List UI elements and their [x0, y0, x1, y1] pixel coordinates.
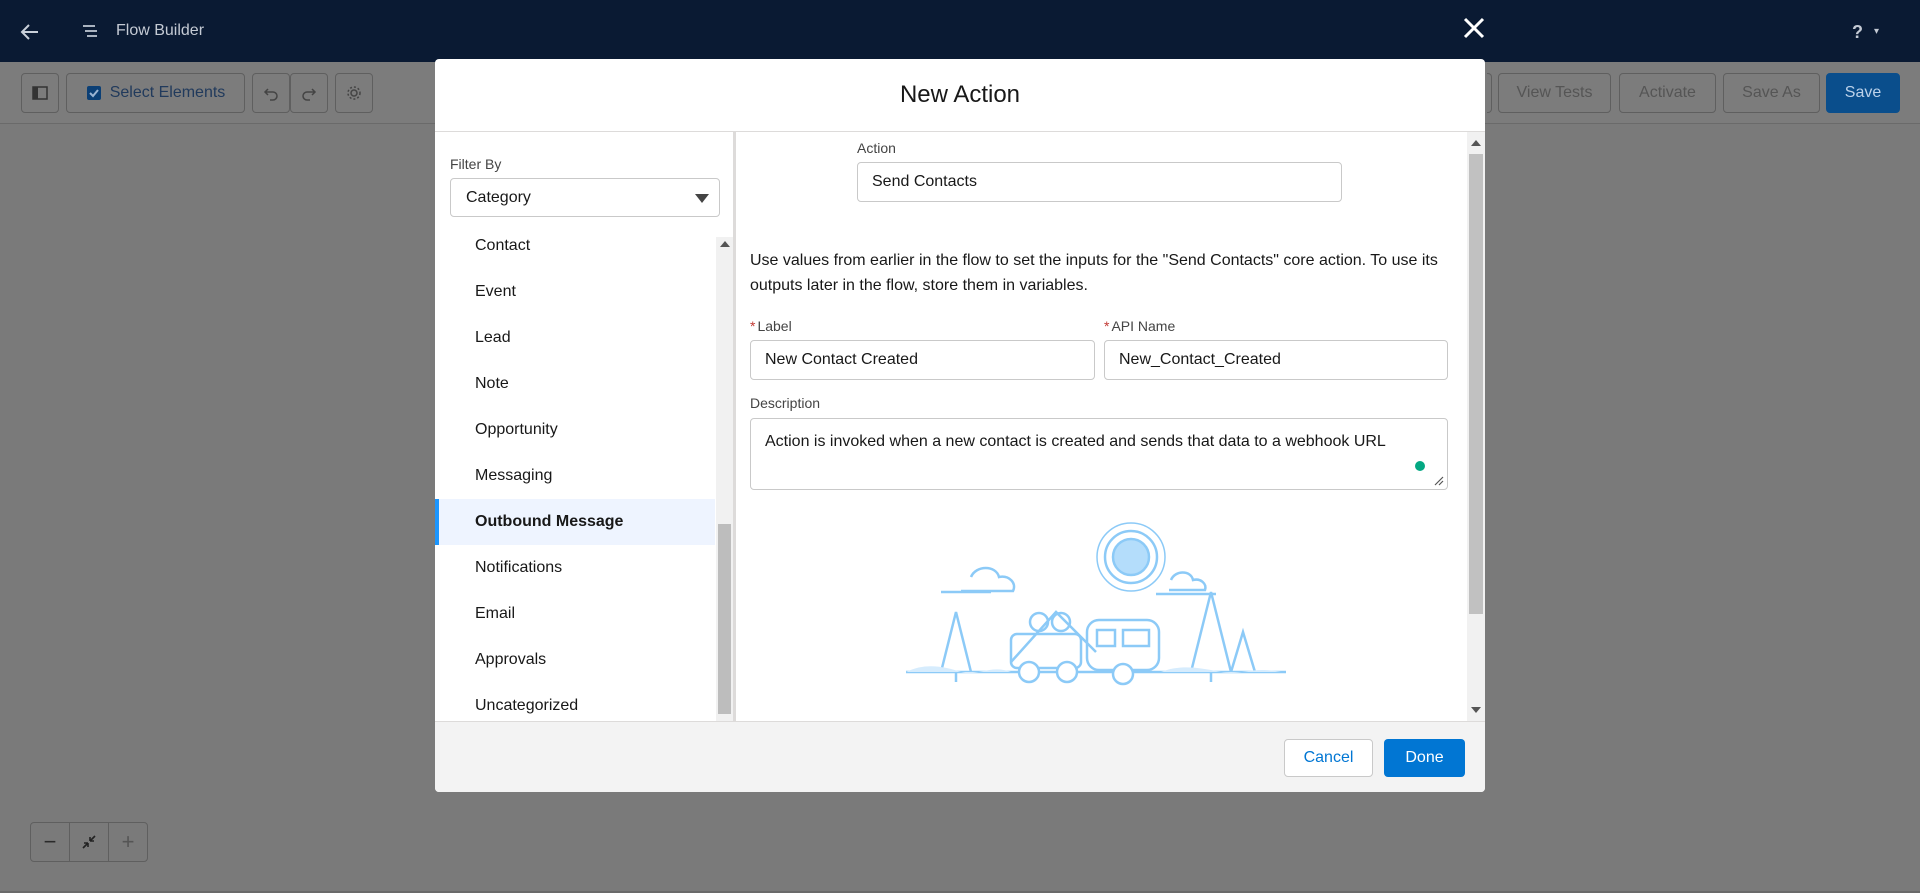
required-marker: *: [750, 318, 756, 334]
zoom-controls: − +: [30, 822, 148, 862]
category-label: Note: [475, 375, 509, 392]
required-marker: *: [1104, 318, 1110, 334]
category-item[interactable]: Email: [435, 591, 715, 637]
scroll-up-icon[interactable]: [1471, 140, 1481, 146]
view-tests-button[interactable]: View Tests: [1498, 73, 1611, 113]
category-item[interactable]: Contact: [435, 237, 715, 269]
scrollbar-thumb[interactable]: [1469, 154, 1483, 614]
resize-grip-icon[interactable]: [1434, 476, 1444, 486]
category-label: Contact: [475, 237, 531, 254]
label-field-label: * Label: [750, 318, 792, 334]
activate-button[interactable]: Activate: [1619, 73, 1716, 113]
category-label: Notifications: [475, 559, 563, 576]
category-label: Opportunity: [475, 421, 558, 438]
view-tests-label: View Tests: [1516, 84, 1593, 101]
action-info-text: Use values from earlier in the flow to s…: [750, 252, 1438, 294]
minus-icon: −: [43, 829, 57, 854]
scrollbar-thumb[interactable]: [718, 524, 731, 714]
done-button[interactable]: Done: [1384, 739, 1465, 777]
api-name-input-value: New_Contact_Created: [1119, 351, 1281, 368]
back-arrow-icon[interactable]: [18, 20, 42, 44]
action-label: Action: [857, 140, 896, 156]
description-label: Description: [750, 395, 821, 411]
undo-icon: [263, 88, 278, 101]
category-label: Lead: [475, 329, 511, 346]
category-label: Uncategorized: [475, 697, 579, 714]
save-as-button[interactable]: Save As: [1723, 73, 1820, 113]
category-item[interactable]: Approvals: [435, 637, 715, 683]
category-label: Messaging: [475, 467, 553, 484]
toggle-panel-button[interactable]: [21, 73, 59, 113]
help-icon[interactable]: ?: [1852, 22, 1863, 43]
activate-label: Activate: [1639, 84, 1696, 101]
category-item[interactable]: Uncategorized: [435, 683, 715, 721]
save-label: Save: [1844, 84, 1882, 101]
checkbox-icon: [86, 86, 101, 100]
app-header: Flow Builder ? ▾: [0, 0, 1920, 62]
scroll-up-icon[interactable]: [720, 241, 730, 247]
category-label: Email: [475, 605, 516, 622]
category-item[interactable]: Note: [435, 361, 715, 407]
modal-header: New Action: [435, 59, 1485, 132]
category-item[interactable]: Event: [435, 269, 715, 315]
label-input[interactable]: New Contact Created: [750, 340, 1095, 380]
scroll-down-icon[interactable]: [1471, 707, 1481, 713]
cancel-button[interactable]: Cancel: [1284, 739, 1373, 777]
select-elements-button[interactable]: Select Elements: [66, 73, 245, 113]
api-name-field-label: * API Name: [1104, 318, 1175, 334]
settings-button[interactable]: [335, 73, 373, 113]
chevron-down-icon[interactable]: ▾: [1874, 26, 1879, 37]
panel-icon: [32, 86, 48, 100]
action-input[interactable]: Send Contacts: [857, 162, 1342, 202]
save-as-label: Save As: [1742, 84, 1801, 101]
modal-footer: Cancel Done: [435, 721, 1485, 792]
category-list: Contact Event Lead Note Opportunity Mess…: [435, 237, 715, 721]
category-label: Outbound Message: [475, 513, 624, 530]
status-dot-icon: [1415, 461, 1425, 471]
api-name-field-text: API Name: [1111, 318, 1176, 334]
filter-by-label: Filter By: [450, 156, 502, 172]
gear-icon: [347, 86, 361, 100]
toolbar-button-edge: [1487, 73, 1492, 113]
new-action-modal: New Action Filter By Category Contact Ev…: [435, 59, 1485, 792]
save-button[interactable]: Save: [1826, 73, 1900, 113]
app-title: Flow Builder: [116, 22, 205, 39]
category-label: Approvals: [475, 651, 547, 668]
zoom-in-button[interactable]: +: [109, 823, 147, 861]
label-field-text: Label: [757, 318, 792, 334]
action-value: Send Contacts: [872, 173, 977, 190]
category-item[interactable]: Opportunity: [435, 407, 715, 453]
filter-by-select[interactable]: Category: [450, 178, 720, 217]
zoom-out-button[interactable]: −: [31, 823, 70, 861]
modal-title: New Action: [899, 81, 1021, 108]
close-icon[interactable]: [1456, 10, 1492, 46]
category-panel: Filter By Category Contact Event Lead No…: [435, 132, 736, 721]
category-scrollbar[interactable]: [716, 237, 733, 721]
action-details-panel: Action Send Contacts Use values from ear…: [736, 132, 1485, 721]
cancel-label: Cancel: [1303, 749, 1354, 766]
redo-icon: [302, 88, 317, 101]
flow-icon: [83, 25, 97, 37]
category-item[interactable]: Notifications: [435, 545, 715, 591]
details-scrollbar[interactable]: [1467, 132, 1485, 721]
category-item-selected[interactable]: Outbound Message: [435, 499, 715, 545]
undo-button[interactable]: [252, 73, 290, 113]
select-elements-label: Select Elements: [109, 84, 226, 101]
description-value: Action is invoked when a new contact is …: [765, 433, 1386, 450]
redo-button[interactable]: [290, 73, 328, 113]
label-input-value: New Contact Created: [765, 351, 918, 368]
filter-by-value: Category: [466, 188, 531, 206]
camping-illustration: [906, 522, 1286, 686]
category-label: Event: [475, 283, 516, 300]
category-item[interactable]: Messaging: [435, 453, 715, 499]
caret-down-icon: [695, 194, 709, 203]
plus-icon: +: [121, 829, 135, 854]
shrink-icon: [82, 835, 96, 849]
done-label: Done: [1405, 749, 1444, 766]
api-name-input[interactable]: New_Contact_Created: [1104, 340, 1448, 380]
description-textarea[interactable]: Action is invoked when a new contact is …: [750, 418, 1448, 490]
category-item[interactable]: Lead: [435, 315, 715, 361]
fit-view-button[interactable]: [70, 823, 109, 861]
